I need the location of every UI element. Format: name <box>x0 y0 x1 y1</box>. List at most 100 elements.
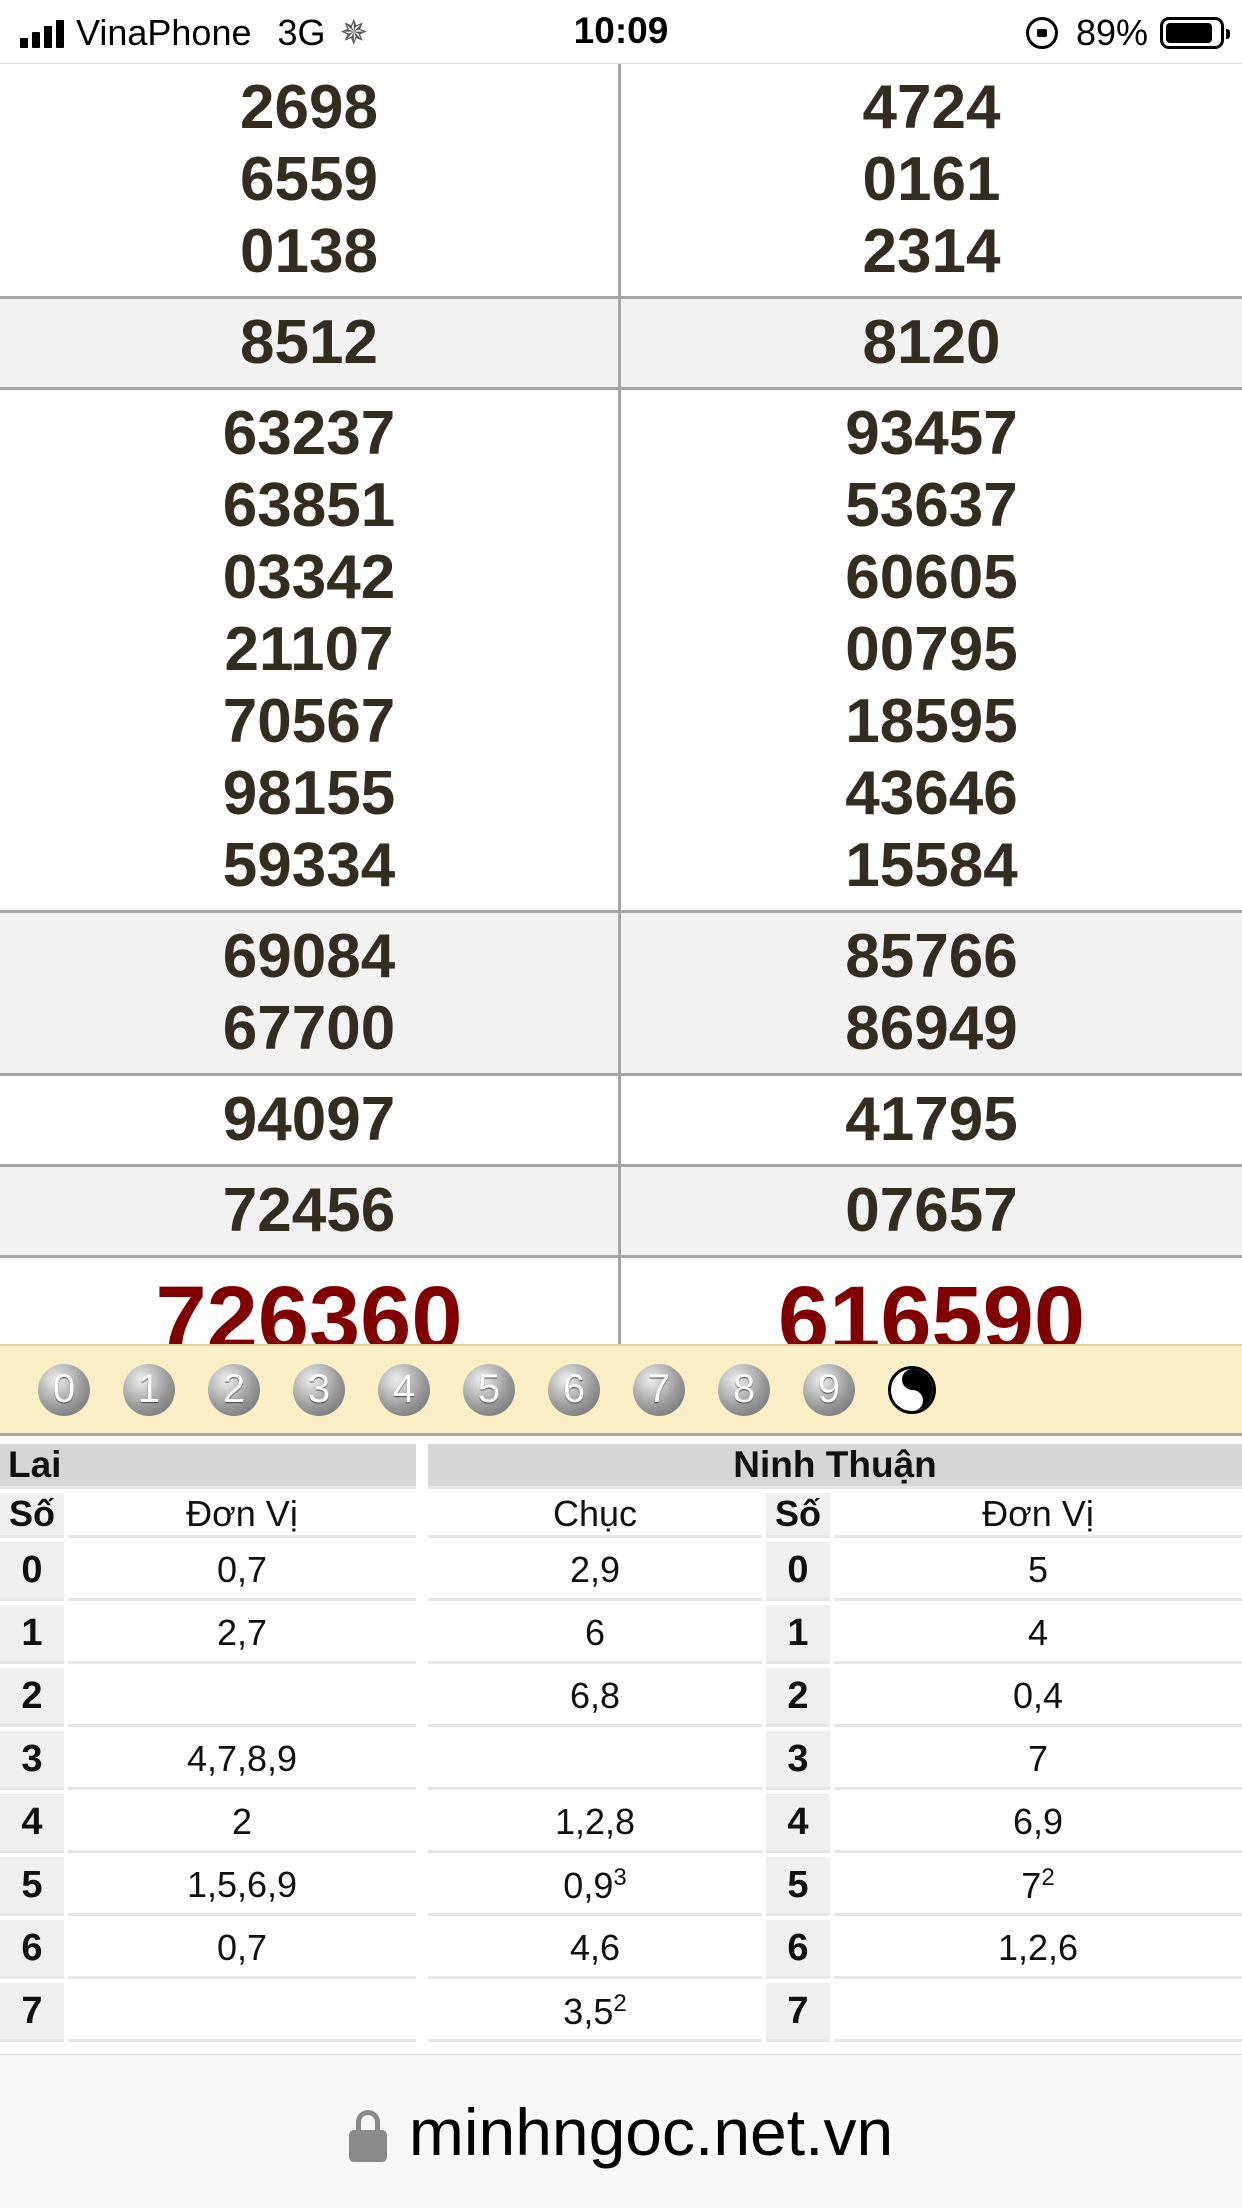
chuc-cell: 6 <box>428 1605 762 1664</box>
lock-icon <box>348 2109 387 2162</box>
table-row: 1,2,8 4 6,9 <box>428 1794 1242 1853</box>
prize-row: 72456 07657 <box>0 1167 1242 1258</box>
prize-number: 15584 <box>845 831 1018 900</box>
prize-number: 63237 <box>222 399 396 468</box>
so-cell-value: 1 <box>21 1611 43 1654</box>
donvi-cell: 5 <box>834 1542 1242 1601</box>
so-cell: 7 <box>0 1983 64 2042</box>
donvi-cell-value: 4,7,8,9 <box>186 1738 298 1779</box>
browser-address-bar[interactable]: minhngoc.net.vn <box>0 2054 1242 2208</box>
donvi-cell <box>68 1668 416 1727</box>
digit-filter-button-7[interactable]: 7 <box>633 1363 685 1416</box>
so-cell: 5 <box>0 1857 64 1916</box>
so-cell: 4 <box>766 1794 830 1853</box>
so-cell-value: 6 <box>787 1926 809 1969</box>
so-cell-value: 2 <box>21 1674 43 1717</box>
digit-filter-button-8[interactable]: 8 <box>718 1363 770 1416</box>
status-bar: VinaPhone 3G ✵ 10:09 89% <box>0 0 1242 64</box>
prize-cell-right: 93457 53637 60605 00795 18595 43646 15584 <box>621 390 1242 910</box>
prize-cell-right: 8120 <box>621 299 1242 387</box>
prize-number: 03342 <box>222 543 396 612</box>
chuc-cell-value: 4,6 <box>569 1927 621 1968</box>
donvi-cell-value: 7 <box>1027 1738 1049 1779</box>
prize-row: 8512 8120 <box>0 299 1242 390</box>
digit-filter-button-3[interactable]: 3 <box>293 1363 345 1416</box>
prize-row: 2698 6559 0138 4724 0161 2314 <box>0 64 1242 299</box>
screen: { "statusbar": {"carrier": "VinaPhone", … <box>0 0 1242 2208</box>
donvi-cell: 0,7 <box>68 1920 416 1979</box>
prize-cell-left: 69084 67700 <box>0 913 621 1073</box>
donvi-cell: 0,7 <box>68 1542 416 1601</box>
prize-number: 72456 <box>222 1176 396 1245</box>
donvi-cell <box>68 1983 416 2042</box>
donvi-cell-superscript: 2 <box>1041 1863 1055 1891</box>
table-row: 4,6 6 1,2,6 <box>428 1920 1242 1979</box>
col-header-donvi: Đơn Vị <box>68 1493 416 1538</box>
digit-filter-button-9[interactable]: 9 <box>803 1363 855 1416</box>
donvi-cell <box>834 1983 1242 2042</box>
so-cell-value: 0 <box>21 1548 43 1591</box>
prize-number: 59334 <box>222 831 396 900</box>
so-cell-value: 1 <box>787 1611 809 1654</box>
digit-filter-button-4[interactable]: 4 <box>378 1363 430 1416</box>
col-header-so: Số <box>766 1493 830 1538</box>
prize-number: 86949 <box>845 994 1018 1063</box>
so-cell-value: 3 <box>787 1737 809 1780</box>
chuc-cell-value: 1,2,8 <box>554 1801 636 1842</box>
battery-icon <box>1160 17 1230 49</box>
digit-filter-button-2[interactable]: 2 <box>208 1363 260 1416</box>
so-cell: 2 <box>0 1668 64 1727</box>
prize-row: 63237 63851 03342 21107 70567 98155 59334 93457… <box>0 390 1242 913</box>
so-cell: 3 <box>0 1731 64 1790</box>
prize-number: 4724 <box>862 73 1001 142</box>
so-cell: 4 <box>0 1794 64 1853</box>
url-text[interactable]: minhngoc.net.vn <box>409 2094 893 2170</box>
so-cell-value: 5 <box>787 1863 809 1906</box>
donvi-cell: 1,2,6 <box>834 1920 1242 1979</box>
table-row: 7 <box>0 1983 416 2042</box>
donvi-cell: 4 <box>834 1605 1242 1664</box>
so-cell: 2 <box>766 1668 830 1727</box>
prize-cell-left: 8512 <box>0 299 621 387</box>
so-cell: 0 <box>0 1542 64 1601</box>
donvi-cell: 7 <box>834 1731 1242 1790</box>
donvi-cell: 1,5,6,9 <box>68 1857 416 1916</box>
digit-filter-button-0[interactable]: 0 <box>38 1363 90 1416</box>
prize-number: 21107 <box>224 615 394 684</box>
digit-filter-button-5[interactable]: 5 <box>463 1363 515 1416</box>
donvi-cell: 4,7,8,9 <box>68 1731 416 1790</box>
prize-number: 07657 <box>845 1176 1018 1245</box>
chuc-cell: 0,93 <box>428 1857 762 1916</box>
table-row: 0 0,7 <box>0 1542 416 1601</box>
chuc-cell-value: 2,9 <box>569 1549 621 1590</box>
so-cell: 6 <box>766 1920 830 1979</box>
prize-number: 67700 <box>222 994 396 1063</box>
digit-filter-button-6[interactable]: 6 <box>548 1363 600 1416</box>
so-cell-value: 0 <box>787 1548 809 1591</box>
donvi-cell-value: 7 <box>1021 1864 1042 1906</box>
prize-number: 94097 <box>222 1085 396 1154</box>
donvi-cell-value: 6,9 <box>1012 1801 1064 1842</box>
chuc-cell-superscript: 3 <box>613 1863 627 1891</box>
table-row: 0,93 5 72 <box>428 1857 1242 1916</box>
so-cell-value: 6 <box>21 1926 43 1969</box>
so-cell: 5 <box>766 1857 830 1916</box>
chuc-cell-value: 6 <box>584 1612 606 1653</box>
prize-cell-right: 07657 <box>621 1167 1242 1255</box>
chuc-cell: 3,52 <box>428 1983 762 2042</box>
so-cell-value: 7 <box>787 1989 809 2032</box>
so-cell-value: 2 <box>787 1674 809 1717</box>
chuc-cell <box>428 1731 762 1790</box>
prize-cell-right: 41795 <box>621 1076 1242 1164</box>
chuc-cell: 2,9 <box>428 1542 762 1601</box>
prize-number: 70567 <box>222 687 396 756</box>
prize-number: 69084 <box>222 922 396 991</box>
table-row: 6 1 4 <box>428 1605 1242 1664</box>
digit-filter-button-1[interactable]: 1 <box>123 1363 175 1416</box>
so-cell: 1 <box>0 1605 64 1664</box>
yin-yang-icon[interactable] <box>888 1365 936 1414</box>
table-row: 5 1,5,6,9 <box>0 1857 416 1916</box>
status-right: 89% <box>1025 12 1230 54</box>
so-cell: 6 <box>0 1920 64 1979</box>
loto-tables: Lai Số Đơn Vị 0 0,7 1 2,7 2 3 4,7,8,9 4 2 5 1,5,6,… <box>0 1440 1242 2054</box>
